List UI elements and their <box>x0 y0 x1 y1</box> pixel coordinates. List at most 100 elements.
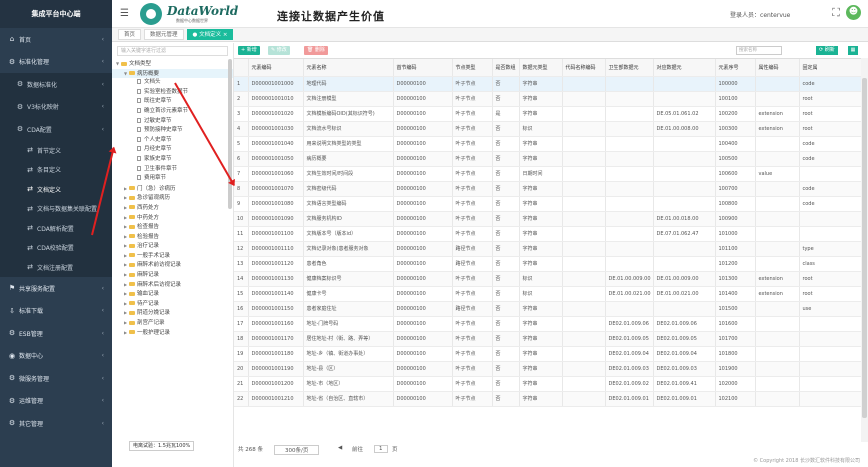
tree-node[interactable]: ▶ 检查报告 <box>112 222 233 232</box>
sidebar-item[interactable]: ⌂ 首页 ‹ <box>0 28 112 51</box>
sidebar-item[interactable]: ⇄ 文档定义 <box>0 179 112 199</box>
tree-node[interactable]: 文档头 <box>112 78 233 88</box>
sidebar-item[interactable]: ⇄ 文档注册配置 <box>0 257 112 277</box>
table-row[interactable]: 21 D000001001200 地址-市（地区） D00000100 叶子节点否字符串… <box>234 376 861 392</box>
table-row[interactable]: 4 D000001001030 文档流水号标识 D00000100 叶子节点否标识 DE.… <box>234 121 861 137</box>
tree-node[interactable]: ▶ 输血记录 <box>112 289 233 299</box>
tree-node[interactable]: 过敏史章节 <box>112 117 233 127</box>
tree-node[interactable]: ▶ 麻醉记录 <box>112 270 233 280</box>
tree-node[interactable]: 费用章节 <box>112 174 233 184</box>
tree-node[interactable]: 确立首诊元素章节 <box>112 107 233 117</box>
table-cell <box>562 211 606 227</box>
table-row[interactable]: 13 D000001001120 患者角色 D00000100 路径节点否字符串 1012… <box>234 256 861 272</box>
tab[interactable]: ● 文档定义 × <box>186 29 234 40</box>
tree-node[interactable]: ▶ 剖宫产记录 <box>112 318 233 328</box>
tree-node[interactable]: ▶ 一般护理记录 <box>112 328 233 338</box>
sidebar-item[interactable]: ⇄ CDA校验配置 <box>0 238 112 258</box>
tree-node[interactable]: ▶ 门（急）诊病历 <box>112 184 233 194</box>
sidebar-item[interactable]: ⚙ CDA配置 ‹ <box>0 118 112 141</box>
column-header[interactable]: 节点类型 <box>452 59 493 77</box>
sidebar-item[interactable]: ⇄ 条目定义 <box>0 160 112 180</box>
table-scroll-thumb[interactable] <box>862 78 867 418</box>
table-row[interactable]: 20 D000001001190 地址-县（区） D00000100 叶子节点否字符串 D… <box>234 361 861 377</box>
tree-node[interactable]: ▶ 麻醉术前访视记录 <box>112 260 233 270</box>
table-cell: 10 <box>234 211 249 227</box>
table-row[interactable]: 9 D000001001080 文档语言类型编码 D00000100 叶子节点否字符串 1… <box>234 196 861 212</box>
edit-button[interactable]: ✎ 修改 <box>268 46 290 55</box>
table-row[interactable]: 7 D000001001060 文档生效时间/时间段 D00000100 叶子节点否日期… <box>234 166 861 182</box>
tree-node[interactable]: ▶ 麻醉术后访视记录 <box>112 280 233 290</box>
fullscreen-icon[interactable]: ⛶ <box>830 7 842 19</box>
table-row[interactable]: 12 D000001001110 文档记录对象(患者服务对象 D00000100 路径节… <box>234 241 861 257</box>
tree-search-input[interactable]: 输入关键字进行过滤 <box>117 46 228 56</box>
table-row[interactable]: 8 D000001001070 文档密级代码 D00000100 叶子节点否字符串 100… <box>234 181 861 197</box>
tree-node[interactable]: ▶ 检验报告 <box>112 232 233 242</box>
column-header[interactable]: 元素序号 <box>715 59 756 77</box>
table-row[interactable]: 11 D000001001100 文档版本号（版本id） D00000100 叶子节点否… <box>234 226 861 242</box>
tree-node[interactable]: ▶ 阴道分娩记录 <box>112 308 233 318</box>
sidebar-item[interactable]: ⚙ 数据标准化 ‹ <box>0 73 112 96</box>
tree-node[interactable]: ▼ 文档类型 <box>112 59 233 69</box>
column-header[interactable]: 代码名称编码 <box>562 59 606 77</box>
table-row[interactable]: 6 D000001001050 病历概要 D00000100 叶子节点否字符串 10050… <box>234 151 861 167</box>
column-header[interactable]: 是否数组 <box>492 59 520 77</box>
menu-toggle-icon[interactable]: ☰ <box>120 8 129 19</box>
column-header[interactable]: 数据元类型 <box>519 59 563 77</box>
sidebar-item[interactable]: ⚙ ESB管理 ‹ <box>0 322 112 345</box>
search-input[interactable]: 搜索名称 <box>736 46 782 55</box>
page-number-input[interactable]: 1 <box>374 445 388 453</box>
table-row[interactable]: 18 D000001001170 居住地址-村（街、路、弄等） D00000100 叶子… <box>234 331 861 347</box>
table-scrollbar[interactable] <box>861 58 868 442</box>
table-row[interactable]: 5 D000001001040 用来说明文档类型的类型 D00000100 叶子节点否字… <box>234 136 861 152</box>
column-header[interactable]: 对应数据元 <box>653 59 716 77</box>
column-header[interactable]: 元素编码 <box>248 59 304 77</box>
tab[interactable]: 首页 <box>118 29 142 40</box>
tree-node[interactable]: 家族史章节 <box>112 155 233 165</box>
tree-node[interactable]: ▶ 待产记录 <box>112 299 233 309</box>
columns-button[interactable]: ▦ <box>848 46 858 55</box>
sidebar-item[interactable]: ⚙ 标准化管理 ‹ <box>0 51 112 74</box>
prev-page-button[interactable]: ◀ <box>338 445 342 451</box>
delete-button[interactable]: 🗑 删除 <box>304 46 328 55</box>
tree-node[interactable]: ▶ 治疗记录 <box>112 241 233 251</box>
tree-node[interactable]: 卫生事件章节 <box>112 165 233 175</box>
table-row[interactable]: 22 D000001001210 地址-省（自治区、直辖市） D00000100 叶子节… <box>234 391 861 407</box>
sidebar-item[interactable]: ⚙ 运维管理 ‹ <box>0 390 112 413</box>
tree-node[interactable]: ▶ 西药处方 <box>112 203 233 213</box>
table-row[interactable]: 17 D000001001160 地址-门牌号码 D00000100 叶子节点否字符串 D… <box>234 316 861 332</box>
sidebar-item[interactable]: ⚙ 微服务管理 ‹ <box>0 367 112 390</box>
sidebar-item[interactable]: ⚙ V3标化映射 ‹ <box>0 95 112 118</box>
sidebar-item[interactable]: ⇄ 首节定义 <box>0 140 112 160</box>
sidebar-item[interactable]: ⚙ 其它管理 ‹ <box>0 412 112 435</box>
table-row[interactable]: 2 D000001001010 文档注册模型 D00000100 叶子节点否字符串 100… <box>234 91 861 107</box>
column-header[interactable]: 卫生部数据元 <box>605 59 654 77</box>
table-row[interactable]: 19 D000001001180 地址-乡（镇、街道办事处） D00000100 叶子节… <box>234 346 861 362</box>
table-row[interactable]: 15 D000001001140 健康卡号 D00000100 叶子节点否标识 DE.01… <box>234 286 861 302</box>
tab[interactable]: 数据元管理 <box>144 29 184 40</box>
column-header[interactable]: 元素名称 <box>303 59 394 77</box>
tree-node[interactable]: 预防接种史章节 <box>112 126 233 136</box>
table-row[interactable]: 10 D000001001090 文档服务机构ID D00000100 叶子节点否字符串… <box>234 211 861 227</box>
tree-node[interactable]: ▶ 急诊留观病历 <box>112 193 233 203</box>
table-row[interactable]: 16 D000001001150 患者家庭住址 D00000100 路径节点否字符串 10… <box>234 301 861 317</box>
column-header[interactable]: 固定属 <box>799 59 861 77</box>
tree-node[interactable]: 个人史章节 <box>112 136 233 146</box>
tree-node[interactable]: ▶ 中药处方 <box>112 213 233 223</box>
table-row[interactable]: 3 D000001001020 文档模板编码OID(其标识符号) D00000100 叶… <box>234 106 861 122</box>
sidebar-item[interactable]: ◉ 数据中心 ‹ <box>0 345 112 368</box>
refresh-button[interactable]: ⟳ 刷新 <box>816 46 838 55</box>
table-row[interactable]: 14 D000001001130 健康档案标识号 D00000100 叶子节点否标识 DE… <box>234 271 861 287</box>
avatar[interactable]: ☻ <box>846 5 861 20</box>
column-header[interactable] <box>234 59 249 77</box>
tree-node[interactable]: 实验室检查数据节 <box>112 88 233 98</box>
column-header[interactable]: 属性编码 <box>755 59 800 77</box>
tree-node[interactable]: 既往史章节 <box>112 97 233 107</box>
tree-node[interactable]: ▶ 一般手术记录 <box>112 251 233 261</box>
column-header[interactable]: 首节编码 <box>393 59 453 77</box>
add-button[interactable]: + 新增 <box>238 46 260 55</box>
page-size-select[interactable]: 300条/页 <box>274 445 320 455</box>
table-row[interactable]: 1 D000001001000 地理代码 D00000100 叶子节点否字符串 10000… <box>234 76 861 92</box>
sidebar-item[interactable]: ⚑ 共享服务配置 ‹ <box>0 277 112 300</box>
tree-node[interactable]: ▼ 病历概要 <box>112 68 233 79</box>
sidebar-item[interactable]: ⇩ 标准下载 ‹ <box>0 300 112 323</box>
